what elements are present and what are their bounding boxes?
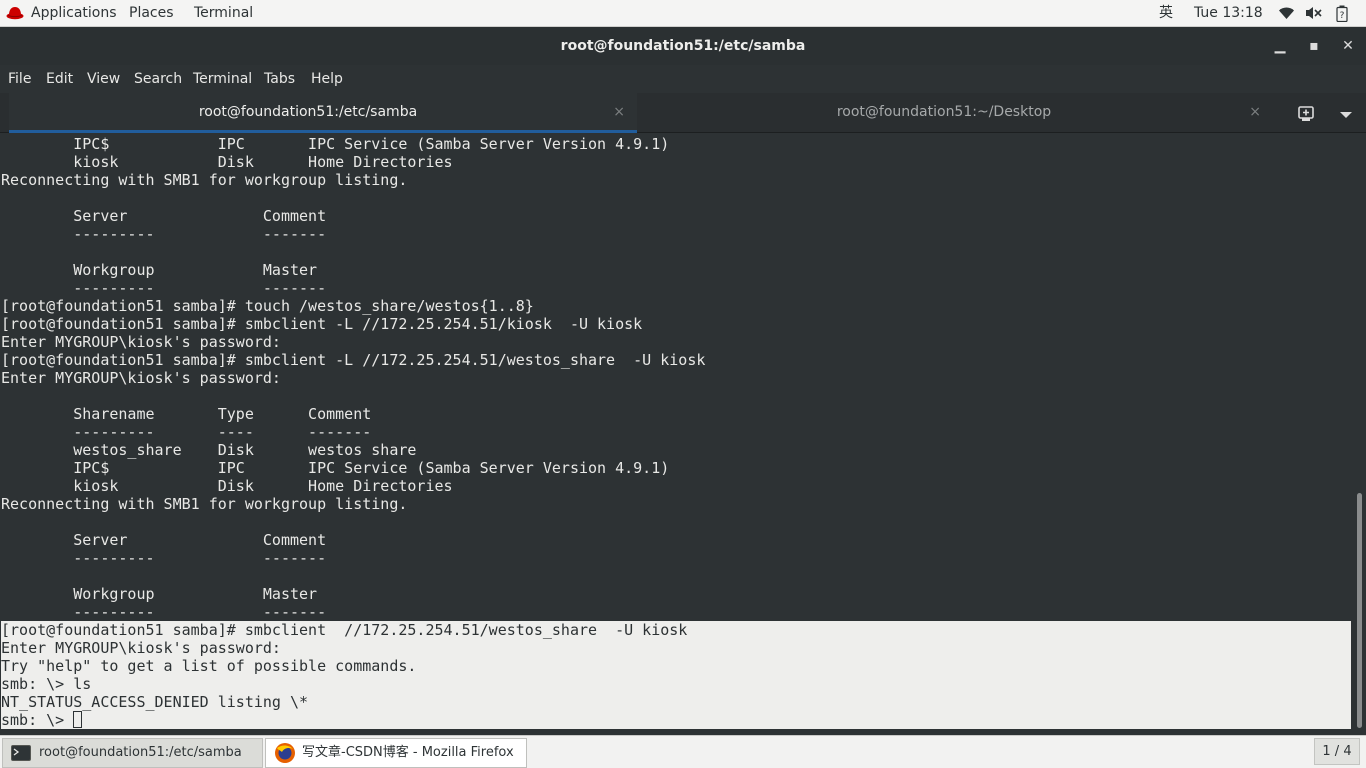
terminal-line-text: Enter MYGROUP\kiosk's password: xyxy=(1,639,281,657)
terminal-line: Reconnecting with SMB1 for workgroup lis… xyxy=(1,495,408,513)
tab-label: root@foundation51:/etc/samba xyxy=(198,104,418,120)
new-tab-icon[interactable] xyxy=(1294,104,1318,124)
maximize-button[interactable]: ▪ xyxy=(1303,36,1325,56)
menu-file[interactable]: File xyxy=(8,65,31,93)
workspace-switcher[interactable]: 1 / 4 xyxy=(1314,738,1360,765)
tab-close-icon[interactable]: × xyxy=(1249,104,1261,120)
terminal-line-selected: smb: \> ls xyxy=(1,675,1351,693)
terminal-line: --------- ------- xyxy=(1,279,327,297)
terminal-line: kiosk Disk Home Directories xyxy=(1,153,453,171)
terminal-line: Enter MYGROUP\kiosk's password: xyxy=(1,333,281,351)
terminal-line-selected: Enter MYGROUP\kiosk's password: xyxy=(1,639,1351,657)
terminal-output: IPC$ IPC IPC Service (Samba Server Versi… xyxy=(1,135,1351,729)
terminal-prompt-line: smb: \> xyxy=(1,711,1351,729)
minimize-button[interactable]: ▁ xyxy=(1269,36,1291,56)
task-label: 写文章-CSDN博客 - Mozilla Firefox xyxy=(302,745,514,760)
input-method-indicator[interactable]: 英 xyxy=(1159,0,1173,27)
terminal-line: --------- ------- xyxy=(1,549,327,567)
places-menu[interactable]: Places xyxy=(129,0,174,27)
terminal-cursor xyxy=(73,711,83,728)
battery-icon[interactable]: ? xyxy=(1336,5,1348,22)
menu-help[interactable]: Help xyxy=(311,65,343,93)
applications-menu[interactable]: Applications xyxy=(31,0,117,27)
wifi-icon[interactable] xyxy=(1278,6,1295,20)
top-panel: Applications Places Terminal 英 Tue 13:18… xyxy=(0,0,1366,27)
terminal-app-menu[interactable]: Terminal xyxy=(194,0,253,27)
task-firefox[interactable]: 写文章-CSDN博客 - Mozilla Firefox xyxy=(265,738,527,768)
tab-close-icon[interactable]: × xyxy=(613,104,625,120)
terminal-icon xyxy=(11,745,31,761)
terminal-line: --------- ------- xyxy=(1,603,327,621)
terminal-line-text: Try "help" to get a list of possible com… xyxy=(1,657,417,675)
task-terminal[interactable]: root@foundation51:/etc/samba xyxy=(2,738,263,768)
terminal-line: Server Comment xyxy=(1,531,327,549)
bottom-taskbar: root@foundation51:/etc/samba 写文章-CSDN博客 … xyxy=(0,735,1366,768)
terminal-line-text: smb: \> ls xyxy=(1,675,92,693)
menu-tabs[interactable]: Tabs xyxy=(264,65,295,93)
active-tab-indicator xyxy=(9,130,637,133)
terminal-line-selected: [root@foundation51 samba]# smbclient //1… xyxy=(1,621,1351,639)
close-button[interactable]: ✕ xyxy=(1337,36,1359,56)
terminal-line: [root@foundation51 samba]# smbclient -L … xyxy=(1,315,643,333)
window-titlebar[interactable]: root@foundation51:/etc/samba ▁ ▪ ✕ xyxy=(0,27,1366,65)
terminal-line: Sharename Type Comment xyxy=(1,405,372,423)
volume-muted-icon[interactable] xyxy=(1305,6,1323,20)
terminal-line: Workgroup Master xyxy=(1,261,318,279)
svg-text:?: ? xyxy=(1340,11,1345,21)
terminal-line: --------- ------- xyxy=(1,225,327,243)
terminal-line: IPC$ IPC IPC Service (Samba Server Versi… xyxy=(1,135,670,153)
terminal-line: Enter MYGROUP\kiosk's password: xyxy=(1,369,281,387)
terminal-line: Server Comment xyxy=(1,207,327,225)
redhat-icon xyxy=(6,7,24,20)
tabs-menu-chevron-down-icon[interactable] xyxy=(1334,104,1358,124)
tab-desktop[interactable]: root@foundation51:~/Desktop × xyxy=(645,93,1273,133)
menu-edit[interactable]: Edit xyxy=(46,65,73,93)
terminal-line-text: smb: \> xyxy=(1,711,74,729)
terminal-line: IPC$ IPC IPC Service (Samba Server Versi… xyxy=(1,459,670,477)
tab-bar: root@foundation51:/etc/samba × root@foun… xyxy=(0,93,1366,133)
menu-view[interactable]: View xyxy=(87,65,120,93)
terminal-line: kiosk Disk Home Directories xyxy=(1,477,453,495)
terminal-line: westos_share Disk westos share xyxy=(1,441,417,459)
terminal-line: [root@foundation51 samba]# touch /westos… xyxy=(1,297,534,315)
clock[interactable]: Tue 13:18 xyxy=(1194,0,1263,27)
terminal-line-selected: NT_STATUS_ACCESS_DENIED listing \* xyxy=(1,693,1351,711)
menu-search[interactable]: Search xyxy=(134,65,182,93)
terminal-line: Workgroup Master xyxy=(1,585,318,603)
terminal-line-text: [root@foundation51 samba]# smbclient //1… xyxy=(1,621,688,639)
firefox-icon xyxy=(275,743,295,763)
scrollbar-thumb[interactable] xyxy=(1357,493,1362,728)
menubar: File Edit View Search Terminal Tabs Help xyxy=(0,65,1366,93)
tab-etc-samba[interactable]: root@foundation51:/etc/samba × xyxy=(9,93,637,133)
terminal-line: [root@foundation51 samba]# smbclient -L … xyxy=(1,351,706,369)
terminal-view[interactable]: IPC$ IPC IPC Service (Samba Server Versi… xyxy=(0,134,1352,730)
terminal-line: --------- ---- ------- xyxy=(1,423,372,441)
terminal-scrollbar[interactable] xyxy=(1352,134,1366,730)
tab-label: root@foundation51:~/Desktop xyxy=(836,104,1052,120)
menu-terminal[interactable]: Terminal xyxy=(193,65,252,93)
terminal-line-selected: Try "help" to get a list of possible com… xyxy=(1,657,1351,675)
terminal-line-text: NT_STATUS_ACCESS_DENIED listing \* xyxy=(1,693,309,711)
terminal-line: Reconnecting with SMB1 for workgroup lis… xyxy=(1,171,408,189)
window-title: root@foundation51:/etc/samba xyxy=(560,38,806,54)
task-label: root@foundation51:/etc/samba xyxy=(39,745,242,760)
